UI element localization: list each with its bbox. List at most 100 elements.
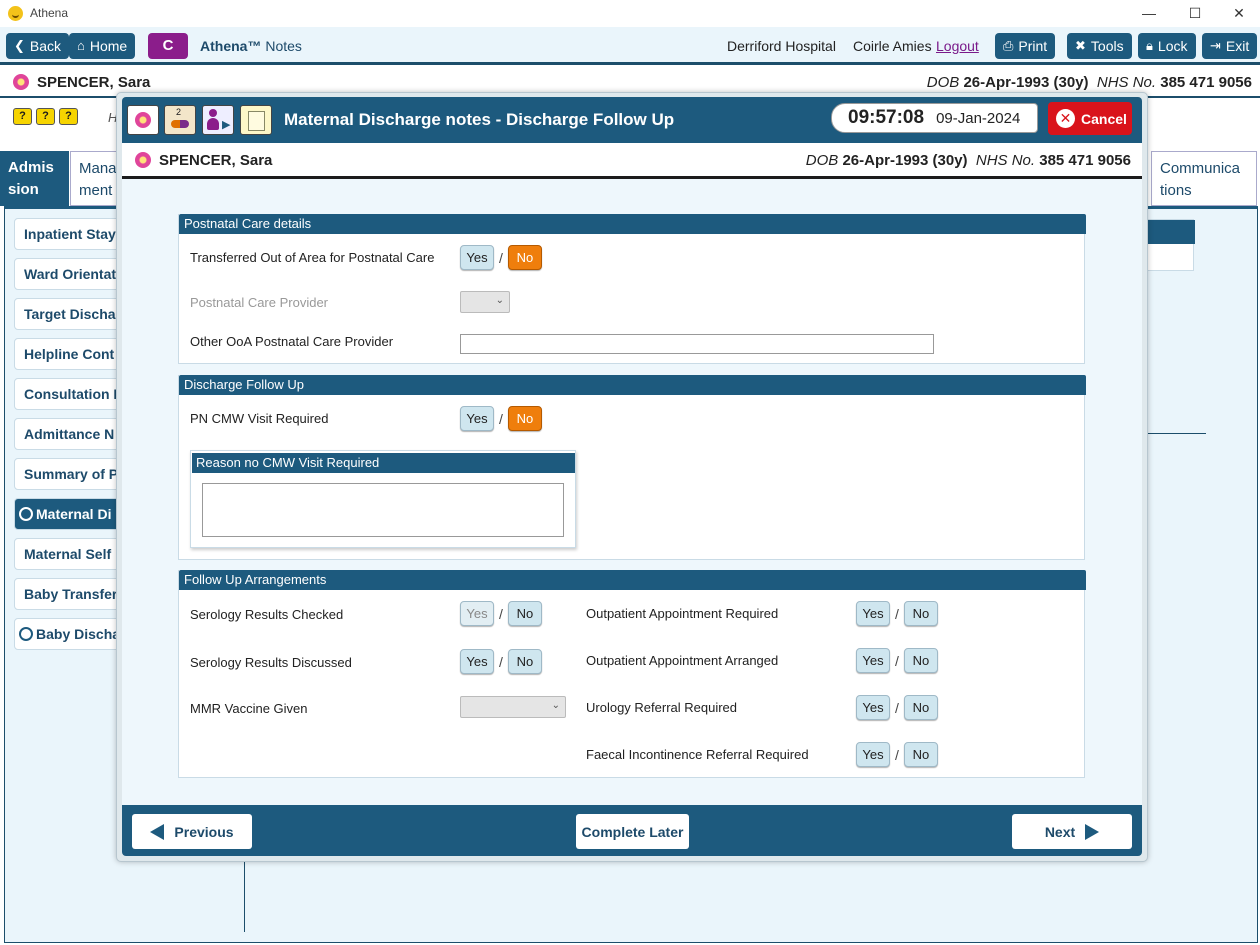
radio-icon (19, 507, 33, 521)
faecal-yes-no: Yes / No (856, 742, 938, 767)
window-title: Athena (30, 6, 69, 20)
yes-button[interactable]: Yes (460, 649, 494, 674)
arrow-right-icon (1085, 823, 1100, 840)
patient-name: SPENCER, Sara (37, 74, 151, 91)
pn-cmw-yes-no: Yes / No (460, 406, 542, 431)
no-button[interactable]: No (507, 601, 542, 626)
flower-icon[interactable] (127, 105, 159, 135)
yes-button[interactable]: Yes (460, 601, 494, 626)
next-button[interactable]: Next (1012, 814, 1132, 849)
yes-button[interactable]: Yes (856, 648, 890, 673)
exit-button[interactable]: ⇥ Exit (1202, 33, 1258, 59)
op-arranged-label: Outpatient Appointment Arranged (586, 653, 779, 668)
app-name: Athena™ Notes (200, 38, 302, 54)
print-button[interactable]: ⎙ Print (995, 33, 1056, 59)
printer-icon: ⎙ (1003, 38, 1014, 53)
female-flower-icon (12, 73, 30, 91)
nav-item-baby-transfer[interactable]: Baby Transfer (14, 578, 126, 610)
yes-button[interactable]: Yes (856, 695, 890, 720)
yes-button[interactable]: Yes (460, 406, 494, 431)
nav-item-helpline-contact[interactable]: Helpline Cont (14, 338, 126, 370)
section-header: Follow Up Arrangements (179, 570, 1086, 590)
date: 09-Jan-2024 (936, 109, 1021, 127)
urology-label: Urology Referral Required (586, 700, 738, 715)
section-header: Postnatal Care details (179, 214, 1086, 234)
hospital-name: Derriford Hospital (727, 38, 836, 54)
exit-icon: ⇥ (1210, 38, 1221, 53)
nav-item-admittance[interactable]: Admittance N (14, 418, 126, 450)
complete-later-button[interactable]: Complete Later (576, 814, 689, 849)
c-button[interactable]: C (148, 33, 188, 59)
nav-item-maternal-discharge[interactable]: Maternal Di (14, 498, 126, 530)
minimize-icon[interactable]: — (1129, 2, 1169, 24)
nav-item-maternal-self[interactable]: Maternal Self (14, 538, 126, 570)
chevron-left-icon: ❮ (14, 38, 25, 53)
nav-item-summary[interactable]: Summary of P (14, 458, 126, 490)
patient-details: DOB 26-Apr-1993 (30y) NHS No. 385 471 90… (926, 74, 1252, 91)
mmr-label: MMR Vaccine Given (190, 701, 308, 716)
other-provider-label: Other OoA Postnatal Care Provider (190, 334, 394, 349)
medication-icon[interactable]: 2 (164, 105, 196, 135)
tab-admission[interactable]: Admis sion (0, 151, 69, 206)
pn-cmw-label: PN CMW Visit Required (190, 411, 329, 426)
maximize-icon[interactable]: ☐ (1175, 2, 1215, 24)
notes-icon[interactable] (240, 105, 272, 135)
no-button[interactable]: No (903, 648, 938, 673)
patient-name: SPENCER, Sara (159, 152, 273, 169)
yes-button[interactable]: Yes (856, 742, 890, 767)
help-icon-2[interactable]: ? (59, 108, 78, 125)
yes-button[interactable]: Yes (460, 245, 494, 270)
nav-item-ward-orientation[interactable]: Ward Orientat (14, 258, 126, 290)
no-button[interactable]: No (507, 649, 542, 674)
reason-header: Reason no CMW Visit Required (192, 453, 575, 473)
radio-icon (19, 627, 33, 641)
lock-button[interactable]: 🔒︎ Lock (1138, 33, 1196, 59)
help-list-icon[interactable]: ? (13, 108, 32, 125)
provider-label: Postnatal Care Provider (190, 295, 329, 310)
yes-button[interactable]: Yes (856, 601, 890, 626)
user-name: Coirle Amies (853, 38, 932, 54)
back-button[interactable]: ❮ Back (6, 33, 70, 59)
female-flower-icon (134, 151, 152, 169)
reason-textarea[interactable] (202, 483, 564, 537)
nav-item-target-discharge[interactable]: Target Dischar (14, 298, 126, 330)
no-button[interactable]: No (903, 601, 938, 626)
chevron-down-icon: ⌄ (495, 295, 504, 306)
athena-logo-icon (8, 6, 23, 21)
help-icon[interactable]: ? (36, 108, 55, 125)
no-button[interactable]: No (903, 695, 938, 720)
logout-link[interactable]: Logout (936, 38, 979, 54)
home-button[interactable]: ⌂ Home (69, 33, 136, 59)
main-toolbar: ❮ Back ⌂ Home C Athena™ Notes Derriford Ho… (0, 27, 1260, 65)
provider-select[interactable]: ⌄ (460, 291, 510, 313)
cancel-button[interactable]: ✕ Cancel (1048, 102, 1132, 135)
tools-button[interactable]: ✖ Tools (1067, 33, 1132, 59)
tab-communications[interactable]: Communica tions (1151, 151, 1257, 206)
reason-card: Reason no CMW Visit Required (190, 450, 576, 548)
other-provider-input[interactable] (460, 334, 934, 354)
urology-yes-no: Yes / No (856, 695, 938, 720)
nav-item-consultation[interactable]: Consultation I (14, 378, 126, 410)
serology-discussed-yes-no: Yes / No (460, 649, 542, 674)
op-required-label: Outpatient Appointment Required (586, 606, 779, 621)
previous-button[interactable]: Previous (132, 814, 252, 849)
nav-item-baby-discharge[interactable]: Baby Discha (14, 618, 126, 650)
close-icon[interactable]: ✕ (1219, 2, 1259, 24)
transferred-yes-no: Yes / No (460, 245, 542, 270)
home-icon: ⌂ (77, 38, 85, 53)
window-titlebar: Athena — ☐ ✕ (0, 0, 1260, 27)
serology-checked-yes-no: Yes / No (460, 601, 542, 626)
patient-transfer-icon[interactable]: ▶ (202, 105, 234, 135)
modal-title: Maternal Discharge notes - Discharge Fol… (284, 110, 675, 129)
no-button[interactable]: No (507, 406, 542, 431)
divider (244, 858, 245, 932)
nav-item-inpatient-stay[interactable]: Inpatient Stay (14, 218, 126, 250)
serology-checked-label: Serology Results Checked (190, 607, 344, 622)
datetime-display: 09:57:08 09-Jan-2024 (831, 103, 1038, 133)
help-icons: ? ? ? (13, 108, 78, 125)
no-button[interactable]: No (507, 245, 542, 270)
no-button[interactable]: No (903, 742, 938, 767)
mmr-select[interactable]: ⌄ (460, 696, 566, 718)
close-icon: ✕ (1056, 109, 1075, 128)
chevron-down-icon: ⌄ (551, 700, 560, 711)
